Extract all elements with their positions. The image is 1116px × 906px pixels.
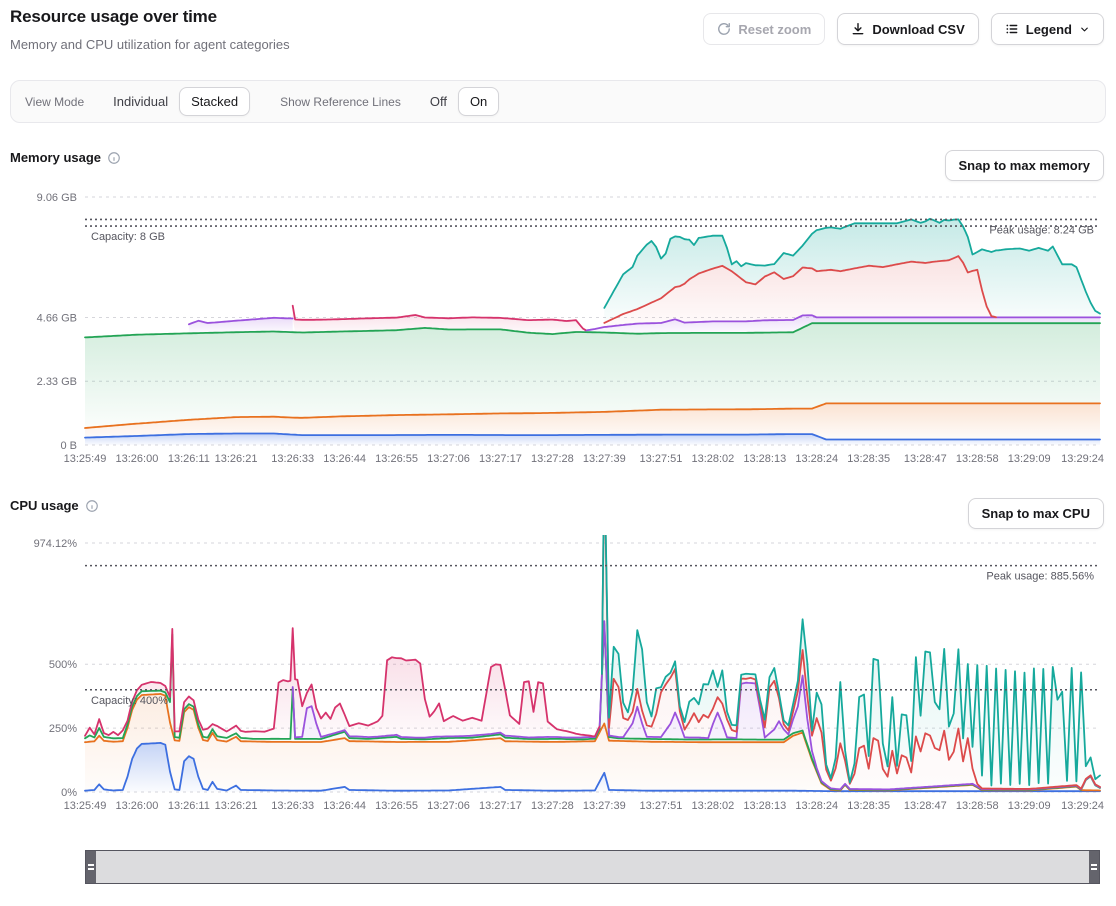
reference-lines-off[interactable]: Off (419, 88, 458, 115)
cpu-chart-canvas[interactable]: 974.12% 500% 250% 0%13:25:49 13:26:00 13:26:1… (0, 535, 1116, 820)
info-icon[interactable] (107, 151, 121, 165)
svg-text:13:26:00: 13:26:00 (116, 800, 159, 812)
svg-text:13:28:35: 13:28:35 (847, 453, 890, 465)
svg-text:13:27:51: 13:27:51 (640, 453, 683, 465)
svg-text:13:27:06: 13:27:06 (427, 800, 470, 812)
memory-chart-title: Memory usage (10, 150, 101, 165)
svg-text:Capacity: 400%: Capacity: 400% (91, 695, 168, 707)
svg-text:13:27:06: 13:27:06 (427, 453, 470, 465)
svg-text:13:25:49: 13:25:49 (64, 800, 107, 812)
svg-text:13:28:35: 13:28:35 (847, 800, 890, 812)
brush-handle-left[interactable] (86, 851, 96, 883)
list-icon (1005, 22, 1019, 36)
legend-button[interactable]: Legend (991, 13, 1104, 45)
snap-to-max-memory-button[interactable]: Snap to max memory (945, 150, 1105, 181)
svg-text:13:28:13: 13:28:13 (743, 453, 786, 465)
chart-options-toolbar: View Mode Individual Stacked Show Refere… (10, 80, 1106, 123)
view-mode-individual[interactable]: Individual (102, 88, 179, 115)
brush-handle-right[interactable] (1089, 851, 1099, 883)
reset-zoom-label: Reset zoom (738, 22, 811, 37)
svg-text:13:29:09: 13:29:09 (1008, 453, 1051, 465)
svg-text:13:27:39: 13:27:39 (583, 453, 626, 465)
cpu-chart-title: CPU usage (10, 498, 79, 513)
page-title: Resource usage over time (10, 7, 217, 27)
svg-text:13:26:21: 13:26:21 (215, 453, 258, 465)
svg-text:Capacity: 8 GB: Capacity: 8 GB (91, 231, 165, 243)
svg-text:13:28:24: 13:28:24 (795, 800, 838, 812)
header-actions: Reset zoom Download CSV Legend (703, 13, 1104, 45)
svg-text:13:26:11: 13:26:11 (168, 800, 210, 812)
svg-text:13:29:09: 13:29:09 (1008, 800, 1051, 812)
cpu-chart[interactable]: 974.12% 500% 250% 0%13:25:49 13:26:00 13:26:1… (0, 535, 1116, 820)
view-mode-stacked[interactable]: Stacked (179, 87, 250, 116)
svg-text:13:28:47: 13:28:47 (904, 453, 947, 465)
svg-text:13:29:24: 13:29:24 (1061, 800, 1104, 812)
download-csv-label: Download CSV (872, 22, 964, 37)
svg-text:0%: 0% (61, 787, 77, 799)
view-mode-label: View Mode (25, 95, 84, 109)
svg-text:13:28:47: 13:28:47 (904, 800, 947, 812)
svg-text:13:28:58: 13:28:58 (956, 800, 999, 812)
time-range-brush[interactable] (85, 850, 1100, 884)
svg-text:13:28:02: 13:28:02 (691, 453, 734, 465)
reference-lines-on[interactable]: On (458, 87, 499, 116)
svg-text:13:28:13: 13:28:13 (743, 800, 786, 812)
svg-text:Peak usage: 885.56%: Peak usage: 885.56% (986, 571, 1094, 583)
svg-text:13:25:49: 13:25:49 (64, 453, 107, 465)
svg-text:13:28:24: 13:28:24 (795, 453, 838, 465)
svg-text:4.66 GB: 4.66 GB (37, 312, 77, 324)
memory-chart-canvas[interactable]: 9.06 GB 4.66 GB 2.33 GB 0 B13:25:49 13:26:00… (0, 185, 1116, 473)
svg-text:13:26:33: 13:26:33 (271, 800, 314, 812)
svg-text:13:29:24: 13:29:24 (1061, 453, 1104, 465)
refresh-icon (717, 22, 731, 36)
download-icon (851, 22, 865, 36)
legend-label: Legend (1026, 22, 1072, 37)
show-reference-lines-label: Show Reference Lines (280, 95, 401, 109)
svg-text:13:27:51: 13:27:51 (640, 800, 683, 812)
svg-text:13:26:21: 13:26:21 (215, 800, 258, 812)
svg-text:250%: 250% (49, 723, 77, 735)
svg-text:13:26:00: 13:26:00 (116, 453, 159, 465)
svg-text:13:26:33: 13:26:33 (271, 453, 314, 465)
svg-text:13:26:44: 13:26:44 (323, 453, 366, 465)
svg-text:13:27:17: 13:27:17 (479, 800, 522, 812)
svg-text:13:28:02: 13:28:02 (691, 800, 734, 812)
svg-text:13:27:28: 13:27:28 (531, 453, 574, 465)
svg-text:13:26:55: 13:26:55 (375, 800, 418, 812)
svg-text:13:26:11: 13:26:11 (168, 453, 210, 465)
svg-text:0 B: 0 B (60, 440, 77, 452)
svg-text:13:27:39: 13:27:39 (583, 800, 626, 812)
memory-section-header: Memory usage (10, 150, 121, 165)
svg-text:13:27:28: 13:27:28 (531, 800, 574, 812)
svg-text:13:27:17: 13:27:17 (479, 453, 522, 465)
svg-text:13:28:58: 13:28:58 (956, 453, 999, 465)
snap-to-max-cpu-button[interactable]: Snap to max CPU (968, 498, 1104, 529)
svg-text:2.33 GB: 2.33 GB (37, 376, 77, 388)
download-csv-button[interactable]: Download CSV (837, 13, 978, 45)
svg-text:974.12%: 974.12% (34, 538, 78, 550)
chevron-down-icon (1079, 24, 1090, 35)
svg-text:13:26:44: 13:26:44 (323, 800, 366, 812)
reset-zoom-button[interactable]: Reset zoom (703, 13, 825, 45)
svg-text:Peak usage: 8.24 GB: Peak usage: 8.24 GB (989, 224, 1094, 236)
svg-text:500%: 500% (49, 659, 77, 671)
svg-text:9.06 GB: 9.06 GB (37, 192, 77, 204)
page-subtitle: Memory and CPU utilization for agent cat… (10, 37, 290, 52)
cpu-section-header: CPU usage (10, 498, 99, 513)
svg-text:13:26:55: 13:26:55 (375, 453, 418, 465)
memory-chart[interactable]: 9.06 GB 4.66 GB 2.33 GB 0 B13:25:49 13:26:00… (0, 185, 1116, 475)
info-icon[interactable] (85, 499, 99, 513)
